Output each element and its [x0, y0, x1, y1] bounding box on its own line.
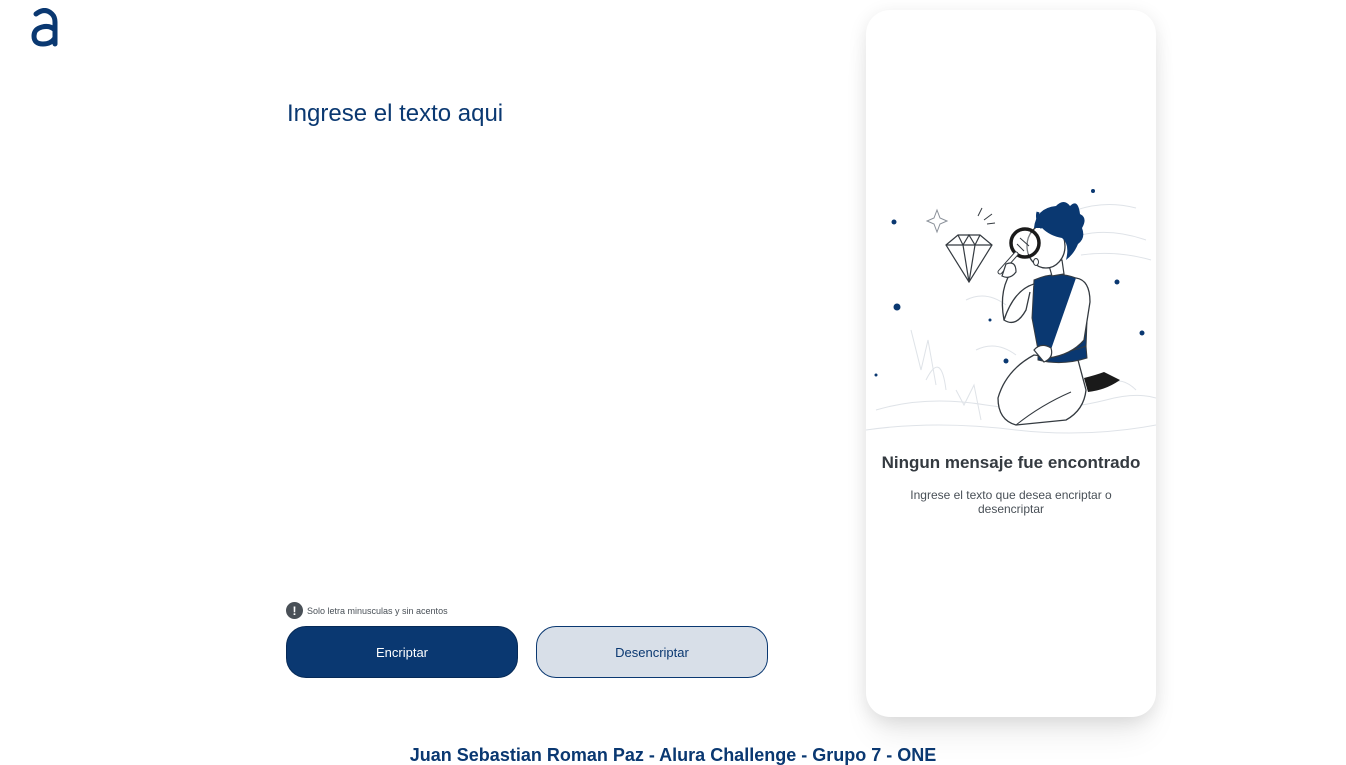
encrypt-button[interactable]: Encriptar — [286, 626, 518, 678]
footer-credits: Juan Sebastian Roman Paz - Alura Challen… — [409, 745, 937, 765]
decrypt-button[interactable]: Desencriptar — [536, 626, 768, 678]
hint-text: Solo letra minusculas y sin acentos — [307, 605, 448, 616]
input-hint: ! Solo letra minusculas y sin acentos — [286, 602, 448, 619]
empty-state-subtitle: Ingrese el texto que desea encriptar o d… — [910, 488, 1112, 516]
exclamation-circle-icon: ! — [286, 602, 303, 619]
text-input[interactable] — [287, 100, 767, 580]
empty-state-title: Ningun mensaje fue encontrado — [881, 453, 1141, 472]
page: ! Solo letra minusculas y sin acentos En… — [0, 0, 1346, 765]
person-with-magnifying-glass-illustration — [865, 180, 1157, 450]
alura-logo-icon[interactable] — [30, 8, 60, 48]
output-panel: Ningun mensaje fue encontrado Ingrese el… — [865, 10, 1157, 717]
